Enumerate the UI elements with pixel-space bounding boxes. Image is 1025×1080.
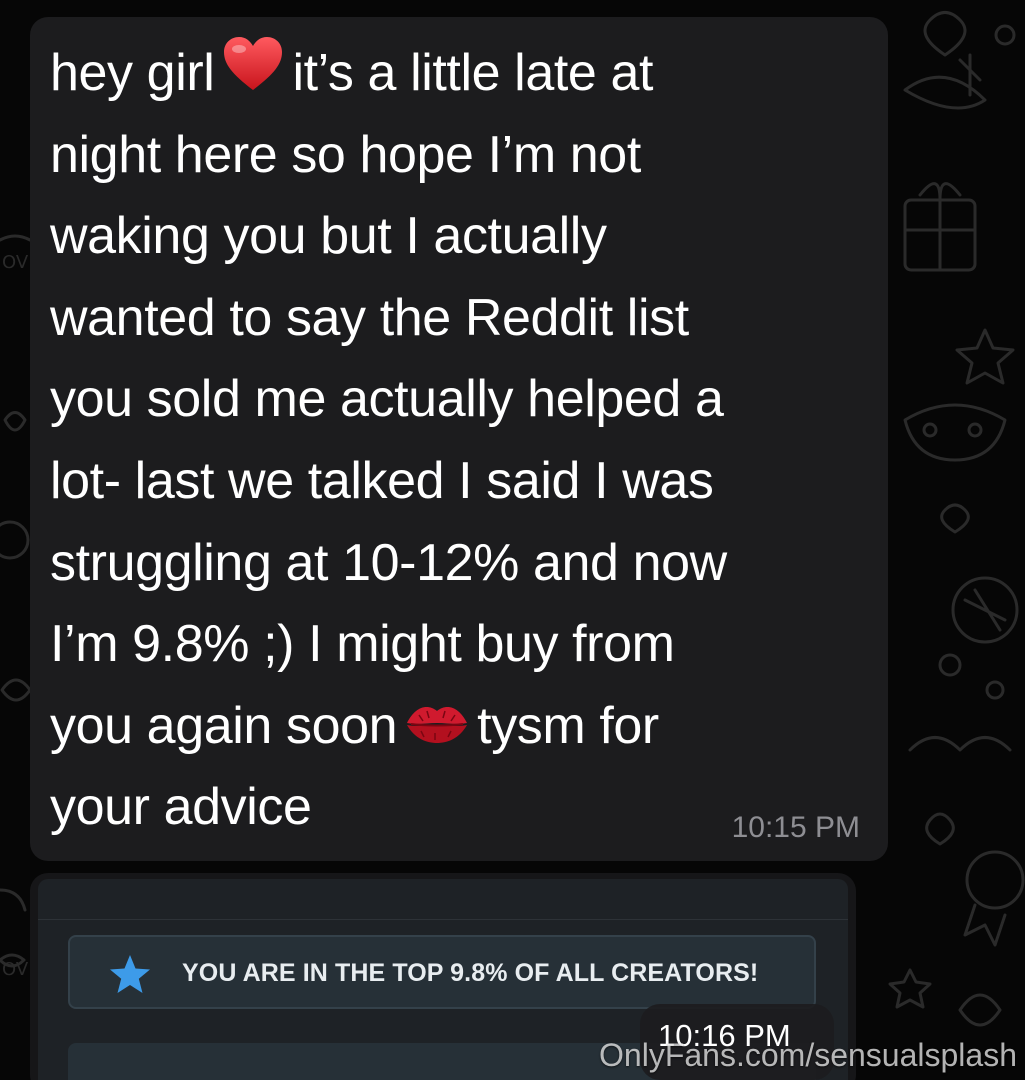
message-bubble[interactable]: hey girl it’s a little late at night here… (30, 17, 888, 861)
message-line: struggling at 10-12% and now (50, 533, 727, 592)
banner-text: YOU ARE IN THE TOP 9.8% OF ALL CREATORS! (182, 959, 759, 987)
message-line: waking you but I actually (50, 207, 607, 266)
message-line: wanted to say the Reddit list (50, 288, 689, 347)
svg-text:OV: OV (2, 252, 29, 273)
svg-text:OV: OV (2, 959, 29, 980)
heart-doodle (923, 11, 967, 57)
star-doodle (955, 328, 1015, 385)
kiss-lips-icon (405, 688, 469, 770)
message-line: hey girl it’s a little late at (50, 33, 870, 115)
message-line: lot- last we talked I said I was (50, 451, 714, 510)
red-heart-icon (222, 35, 284, 117)
divider (38, 919, 848, 920)
message-timestamp: 10:15 PM (731, 811, 860, 844)
star-icon (108, 954, 152, 999)
message-text: hey girl it’s a little late at night here… (50, 33, 870, 849)
watermark: OnlyFans.com/sensualsplash (599, 1037, 1017, 1073)
message-line: I’m 9.8% ;) I might buy from (50, 615, 675, 674)
top-creator-banner: YOU ARE IN THE TOP 9.8% OF ALL CREATORS! (68, 935, 816, 1009)
chat-view: OV OV hey girl it’s a little late at nigh… (0, 0, 1025, 1080)
message-line: you sold me actually helped a (50, 370, 724, 429)
message-line: night here so hope I’m not (50, 125, 641, 184)
message-line: you again soon tysm for (50, 686, 870, 768)
